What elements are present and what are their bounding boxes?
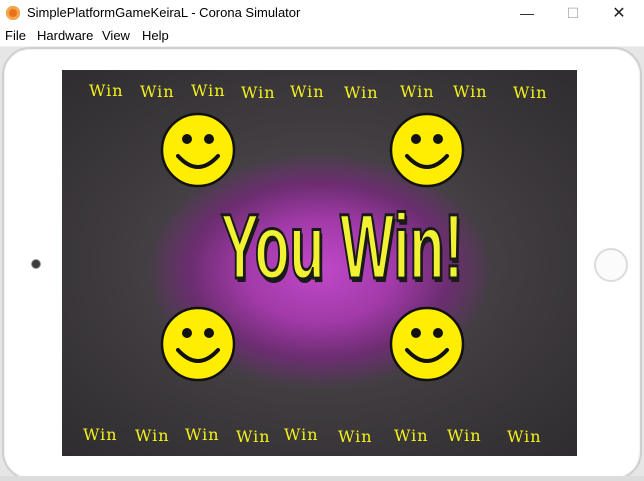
smiley-face-icon — [160, 306, 236, 382]
menu-view[interactable]: View — [102, 28, 130, 43]
corona-app-icon — [6, 6, 20, 20]
camera-icon — [32, 260, 40, 268]
menu-help[interactable]: Help — [142, 28, 169, 43]
win-label-bottom: Win — [394, 426, 429, 445]
smiley-face-icon — [160, 112, 236, 188]
win-label-top: Win — [89, 81, 124, 100]
win-label-top: Win — [400, 82, 435, 101]
win-label-top: Win — [344, 83, 379, 102]
window-titlebar: SimplePlatformGameKeiraL - Corona Simula… — [0, 0, 644, 26]
bottom-edge — [0, 476, 644, 481]
win-label-top: Win — [140, 82, 175, 101]
win-label-bottom: Win — [236, 427, 271, 446]
game-screen[interactable]: Win Win Win Win Win Win Win Win Win Win … — [62, 70, 577, 456]
win-label-bottom: Win — [507, 427, 542, 446]
menu-bar: File Hardware View Help — [0, 26, 644, 47]
smiley-face-icon — [389, 306, 465, 382]
win-label-bottom: Win — [338, 427, 373, 446]
menu-file[interactable]: File — [5, 28, 26, 43]
win-label-top: Win — [241, 83, 276, 102]
win-label-bottom: Win — [284, 425, 319, 444]
window-title: SimplePlatformGameKeiraL - Corona Simula… — [27, 5, 301, 20]
win-label-bottom: Win — [135, 426, 170, 445]
win-label-top: Win — [453, 82, 488, 101]
win-label-bottom: Win — [447, 426, 482, 445]
win-label-bottom: Win — [83, 425, 118, 444]
win-label-top: Win — [191, 81, 226, 100]
smiley-face-icon — [389, 112, 465, 188]
maximize-button[interactable]: ☐ — [550, 0, 596, 26]
win-label-bottom: Win — [185, 425, 220, 444]
minimize-button[interactable]: — — [504, 0, 550, 26]
close-button[interactable]: ✕ — [596, 0, 642, 26]
home-button[interactable] — [594, 248, 628, 282]
you-win-headline: You Win! — [220, 195, 464, 300]
menu-hardware[interactable]: Hardware — [37, 28, 93, 43]
win-label-top: Win — [513, 83, 548, 102]
win-label-top: Win — [290, 82, 325, 101]
